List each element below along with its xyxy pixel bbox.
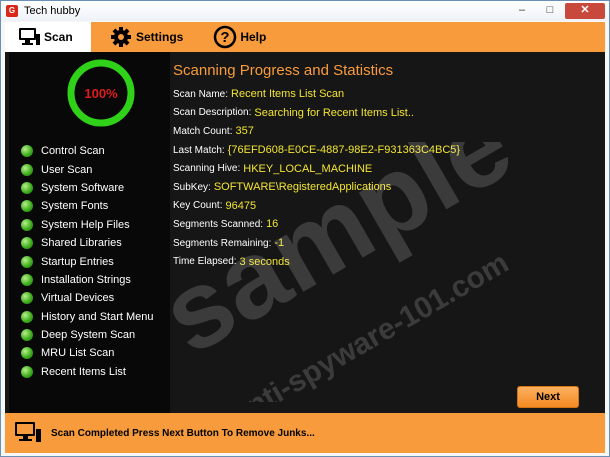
stat-value: 16 — [266, 218, 279, 231]
nav-item[interactable]: History and Start Menu — [21, 308, 154, 326]
stat-row: Last Match: {76EFD608-E0CE-4887-98E2-F931… — [173, 141, 460, 160]
stat-key: Segments Remaining: — [173, 237, 272, 249]
stat-value: HKEY_LOCAL_MACHINE — [243, 162, 373, 175]
stat-value: Recent Items List Scan — [231, 88, 345, 101]
stat-key: Match Count: — [173, 125, 233, 137]
nav-item-label: System Software — [41, 181, 125, 194]
gear-icon — [109, 26, 133, 48]
status-dot-icon — [21, 292, 33, 305]
stat-key: Scan Name: — [173, 88, 229, 100]
nav-item-label: System Fonts — [41, 200, 109, 213]
status-dot-icon — [21, 347, 33, 360]
stat-key: Segments Scanned: — [173, 218, 264, 230]
stat-value: 357 — [235, 125, 254, 138]
status-bar: Scan Completed Press Next Button To Remo… — [5, 413, 605, 453]
stat-key: Scan Description: — [173, 107, 252, 119]
nav-item[interactable]: Control Scan — [21, 142, 154, 160]
stat-row: Scan Description: Searching for Recent It… — [173, 104, 460, 123]
status-dot-icon — [21, 365, 33, 378]
tab-label: Help — [240, 30, 267, 44]
stat-value: -1 — [274, 237, 285, 250]
nav-item[interactable]: User Scan — [21, 160, 154, 178]
tab-settings[interactable]: Settings — [97, 22, 195, 52]
stat-key: Key Count: — [173, 200, 223, 212]
nav-item-label: Recent Items List — [41, 365, 126, 378]
stat-row: Scan Name: Recent Items List Scan — [173, 85, 460, 104]
nav-item[interactable]: Shared Libraries — [21, 234, 154, 252]
tab-label: Settings — [136, 30, 184, 44]
stat-row: SubKey: SOFTWARE\RegisteredApplications — [173, 178, 460, 197]
scan-sidebar: 100% Control Scan User Scan System Softwar… — [9, 52, 170, 413]
nav-item[interactable]: Deep System Scan — [21, 326, 154, 344]
main-panel: 100% Control Scan User Scan System Softwar… — [5, 52, 605, 413]
stat-value: 96475 — [225, 199, 257, 212]
page-title: Scanning Progress and Statistics — [173, 62, 394, 79]
computer-icon — [13, 419, 43, 447]
help-icon: ? — [213, 25, 237, 49]
status-dot-icon — [21, 200, 33, 213]
stat-row: Segments Scanned: 16 — [173, 215, 460, 234]
status-dot-icon — [21, 218, 33, 231]
nav-item-label: Virtual Devices — [41, 292, 115, 305]
next-button[interactable]: Next — [517, 386, 579, 408]
stat-key: Time Elapsed: — [173, 256, 237, 268]
stat-value: SOFTWARE\RegisteredApplications — [213, 181, 392, 194]
app-window: G Tech hubby – □ ✕ Scan Settings ? Help … — [0, 0, 610, 457]
stat-key: Last Match: — [173, 144, 225, 156]
tab-bar: Scan Settings ? Help — [5, 22, 605, 52]
nav-item[interactable]: System Fonts — [21, 197, 154, 215]
stat-value: Searching for Recent Items List.. — [254, 106, 414, 119]
status-dot-icon — [21, 273, 33, 286]
status-dot-icon — [21, 237, 33, 250]
app-logo-icon: G — [6, 5, 18, 17]
status-message: Scan Completed Press Next Button To Remo… — [51, 427, 315, 439]
stat-row: Segments Remaining: -1 — [173, 234, 460, 253]
nav-item-label: User Scan — [41, 163, 93, 176]
nav-item[interactable]: Recent Items List — [21, 363, 154, 381]
status-dot-icon — [21, 163, 33, 176]
svg-text:?: ? — [221, 29, 230, 46]
nav-item[interactable]: System Software — [21, 179, 154, 197]
nav-item-label: System Help Files — [41, 218, 130, 231]
status-dot-icon — [21, 310, 33, 323]
nav-item-label: History and Start Menu — [41, 310, 154, 323]
stat-key: Scanning Hive: — [173, 163, 241, 175]
tab-scan[interactable]: Scan — [5, 22, 91, 52]
nav-item-label: Installation Strings — [41, 273, 131, 286]
computer-icon — [17, 26, 41, 48]
stat-row: Match Count: 357 — [173, 122, 460, 141]
stat-value: {76EFD608-E0CE-4887-98E2-F931363C4BC5} — [227, 144, 461, 157]
status-dot-icon — [21, 181, 33, 194]
statistics-list: Scan Name: Recent Items List Scan Scan Des… — [173, 85, 460, 271]
nav-item-label: Deep System Scan — [41, 329, 136, 342]
nav-item[interactable]: MRU List Scan — [21, 344, 154, 362]
minimize-button[interactable]: – — [509, 3, 535, 19]
status-dot-icon — [21, 255, 33, 268]
close-button[interactable]: ✕ — [565, 3, 605, 19]
nav-item[interactable]: Installation Strings — [21, 271, 154, 289]
stat-row: Scanning Hive: HKEY_LOCAL_MACHINE — [173, 159, 460, 178]
stat-row: Time Elapsed: 3 seconds — [173, 252, 460, 271]
nav-item-label: Startup Entries — [41, 255, 114, 268]
nav-item-label: Shared Libraries — [41, 237, 122, 250]
nav-item[interactable]: System Help Files — [21, 216, 154, 234]
progress-percent: 100% — [84, 85, 118, 101]
scan-statistics: Scanning Progress and Statistics Scan Na… — [173, 52, 605, 413]
window-title: Tech hubby — [24, 5, 81, 17]
status-dot-icon — [21, 145, 33, 158]
window-controls: – □ ✕ — [509, 3, 605, 19]
scan-type-list: Control Scan User Scan System Software Syst… — [21, 142, 154, 381]
tab-label: Scan — [44, 30, 73, 44]
nav-item[interactable]: Virtual Devices — [21, 289, 154, 307]
stat-value: 3 seconds — [239, 255, 290, 268]
stat-row: Key Count: 96475 — [173, 197, 460, 216]
maximize-button[interactable]: □ — [537, 3, 563, 19]
nav-item-label: Control Scan — [41, 145, 105, 158]
tab-help[interactable]: ? Help — [201, 22, 278, 52]
nav-item-label: MRU List Scan — [41, 347, 115, 360]
status-dot-icon — [21, 329, 33, 342]
title-bar: G Tech hubby – □ ✕ — [1, 1, 609, 21]
nav-item[interactable]: Startup Entries — [21, 252, 154, 270]
stat-key: SubKey: — [173, 181, 211, 193]
